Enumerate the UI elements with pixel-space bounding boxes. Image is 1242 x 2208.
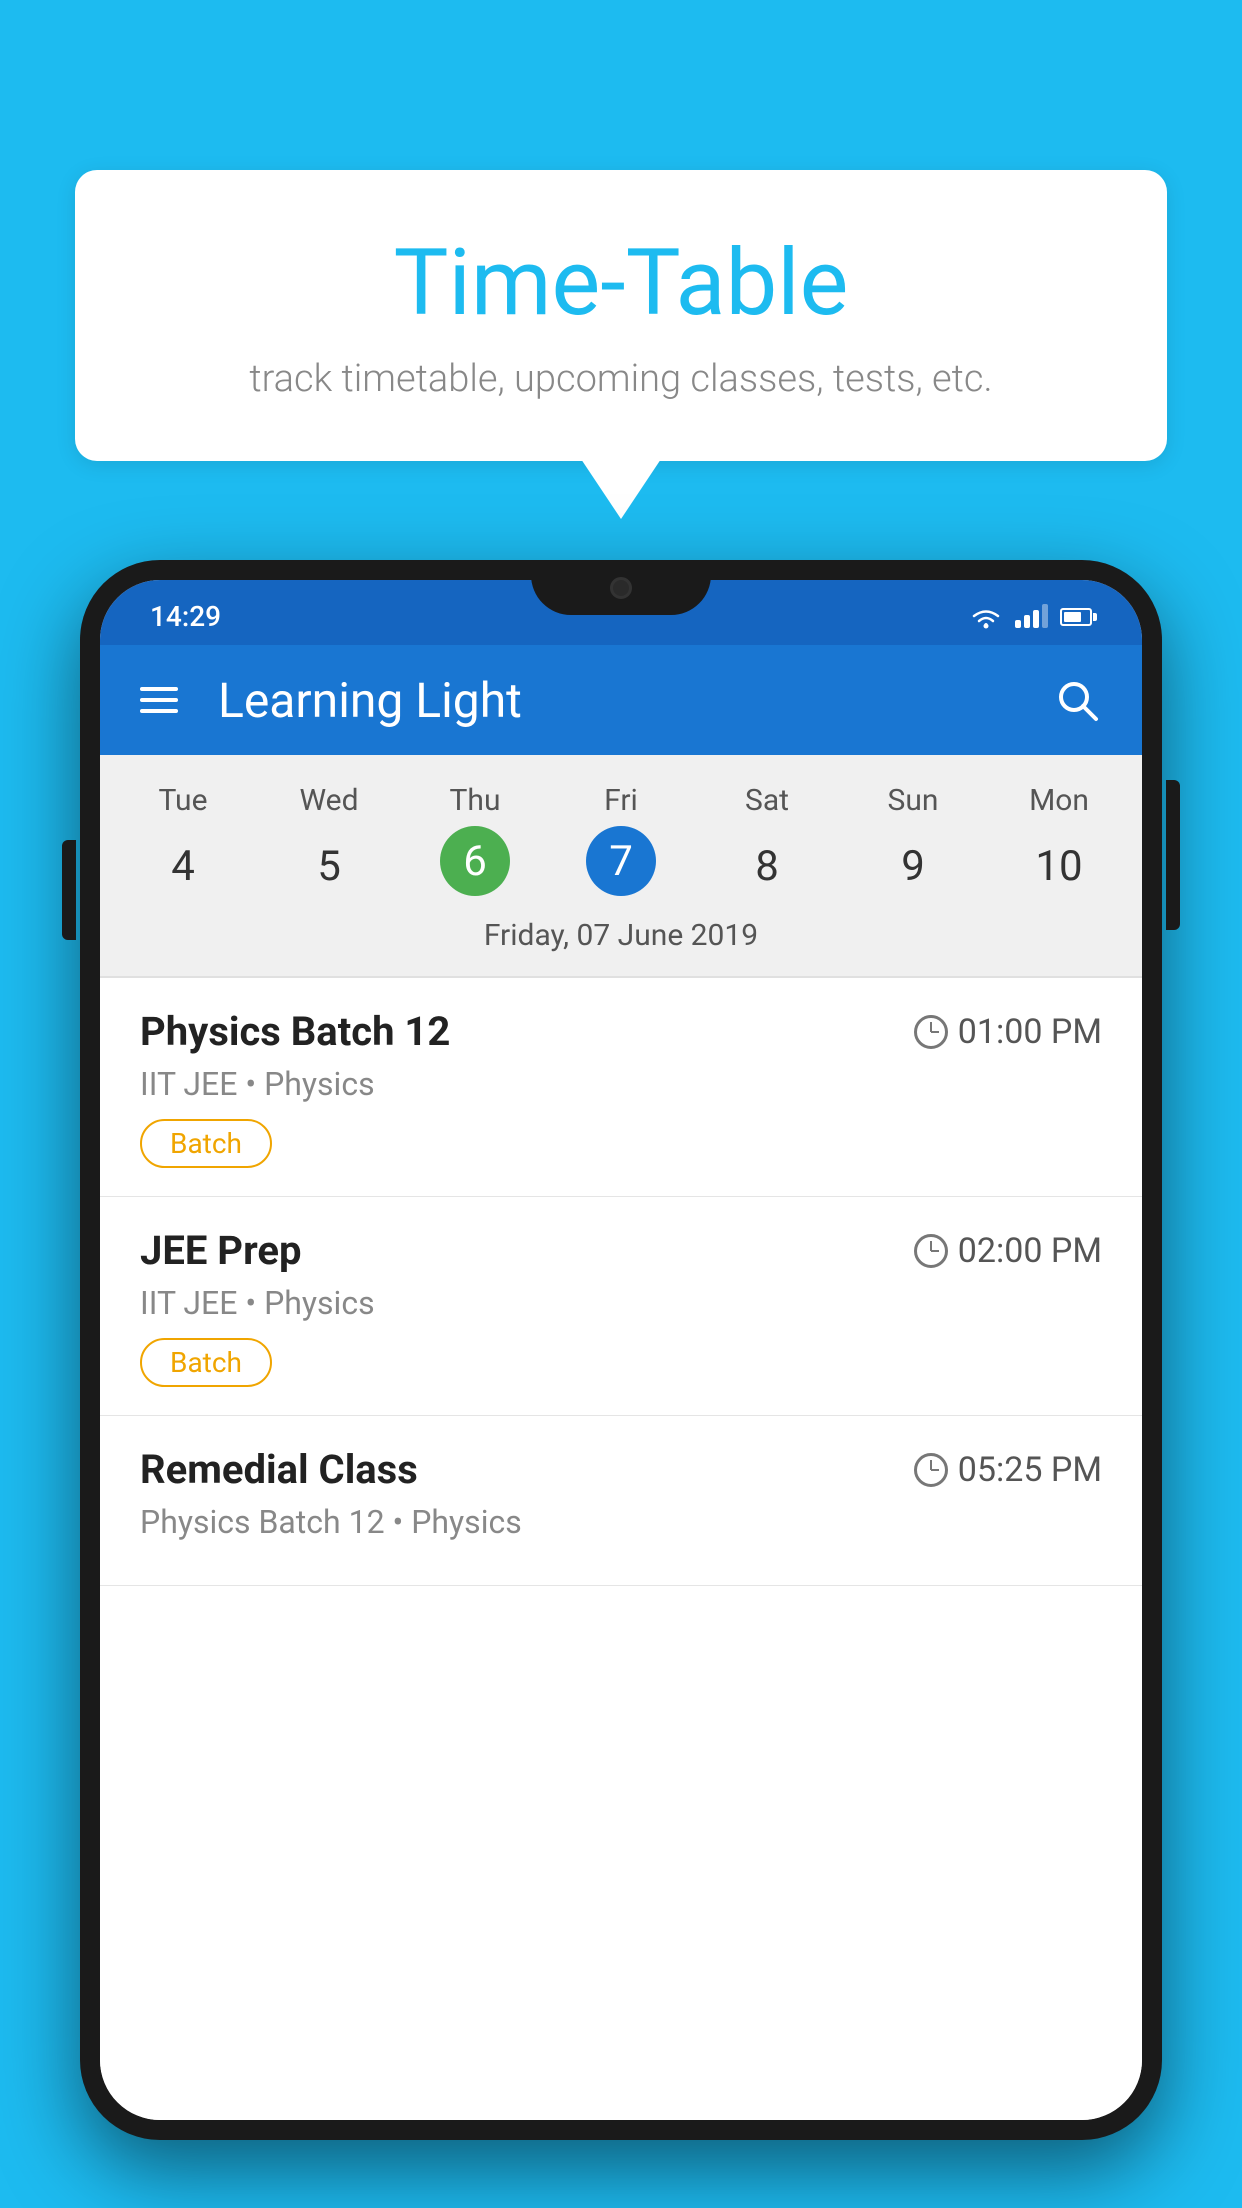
day-header-mon[interactable]: Mon bbox=[986, 775, 1132, 826]
schedule-time-3: 05:25 PM bbox=[914, 1450, 1102, 1490]
day-headers: Tue Wed Thu Fri Sat Sun Mon bbox=[100, 775, 1142, 826]
day-numbers: 4 5 6 7 8 9 10 bbox=[100, 826, 1142, 906]
day-header-thu[interactable]: Thu bbox=[402, 775, 548, 826]
schedule-item-3-header: Remedial Class 05:25 PM bbox=[140, 1446, 1102, 1493]
battery-fill bbox=[1064, 612, 1081, 622]
selected-date-label: Friday, 07 June 2019 bbox=[100, 906, 1142, 971]
schedule-title-2: JEE Prep bbox=[140, 1227, 301, 1274]
speech-bubble: Time-Table track timetable, upcoming cla… bbox=[75, 170, 1167, 461]
search-button[interactable] bbox=[1052, 675, 1102, 725]
phone-wrapper: 14:29 bbox=[80, 560, 1162, 2208]
schedule-item-1[interactable]: Physics Batch 12 01:00 PM IIT JEE • Phys… bbox=[100, 978, 1142, 1197]
clock-icon-1 bbox=[914, 1015, 948, 1049]
day-header-tue[interactable]: Tue bbox=[110, 775, 256, 826]
schedule-time-text-1: 01:00 PM bbox=[958, 1012, 1102, 1052]
clock-icon-2 bbox=[914, 1234, 948, 1268]
hamburger-line-3 bbox=[140, 709, 178, 713]
app-title: Learning Light bbox=[218, 672, 1052, 729]
hamburger-line-1 bbox=[140, 687, 178, 691]
clock-icon-3 bbox=[914, 1453, 948, 1487]
schedule-time-text-3: 05:25 PM bbox=[958, 1450, 1102, 1490]
schedule-time-text-2: 02:00 PM bbox=[958, 1231, 1102, 1271]
bubble-title: Time-Table bbox=[155, 230, 1087, 337]
schedule-subtitle-1: IIT JEE • Physics bbox=[140, 1065, 1102, 1103]
calendar-strip: Tue Wed Thu Fri Sat Sun Mon 4 5 6 7 8 9 … bbox=[100, 755, 1142, 976]
day-header-fri[interactable]: Fri bbox=[548, 775, 694, 826]
schedule-title-1: Physics Batch 12 bbox=[140, 1008, 450, 1055]
day-header-sun[interactable]: Sun bbox=[840, 775, 986, 826]
schedule-item-1-header: Physics Batch 12 01:00 PM bbox=[140, 1008, 1102, 1055]
status-time: 14:29 bbox=[150, 600, 221, 633]
date-10[interactable]: 10 bbox=[986, 826, 1132, 906]
date-8[interactable]: 8 bbox=[694, 826, 840, 906]
date-9[interactable]: 9 bbox=[840, 826, 986, 906]
speech-bubble-tail bbox=[581, 459, 661, 519]
batch-badge-1: Batch bbox=[140, 1119, 272, 1168]
schedule-subtitle-2: IIT JEE • Physics bbox=[140, 1284, 1102, 1322]
day-header-wed[interactable]: Wed bbox=[256, 775, 402, 826]
wifi-icon bbox=[969, 604, 1003, 630]
bubble-subtitle: track timetable, upcoming classes, tests… bbox=[155, 357, 1087, 401]
date-7-selected[interactable]: 7 bbox=[586, 826, 656, 896]
schedule-item-2-header: JEE Prep 02:00 PM bbox=[140, 1227, 1102, 1274]
date-6-today[interactable]: 6 bbox=[440, 826, 510, 896]
camera-dot bbox=[610, 577, 632, 599]
day-header-sat[interactable]: Sat bbox=[694, 775, 840, 826]
battery-icon bbox=[1060, 608, 1092, 626]
batch-badge-2: Batch bbox=[140, 1338, 272, 1387]
schedule-list: Physics Batch 12 01:00 PM IIT JEE • Phys… bbox=[100, 978, 1142, 2120]
app-bar: Learning Light bbox=[100, 645, 1142, 755]
hamburger-line-2 bbox=[140, 698, 178, 702]
schedule-time-2: 02:00 PM bbox=[914, 1231, 1102, 1271]
date-5[interactable]: 5 bbox=[256, 826, 402, 906]
status-bar-right bbox=[969, 604, 1092, 630]
phone-outer: 14:29 bbox=[80, 560, 1162, 2140]
schedule-time-1: 01:00 PM bbox=[914, 1012, 1102, 1052]
schedule-subtitle-3: Physics Batch 12 • Physics bbox=[140, 1503, 1102, 1541]
schedule-item-2[interactable]: JEE Prep 02:00 PM IIT JEE • Physics Batc… bbox=[100, 1197, 1142, 1416]
signal-icon bbox=[1015, 606, 1048, 628]
speech-bubble-wrapper: Time-Table track timetable, upcoming cla… bbox=[75, 170, 1167, 519]
date-4[interactable]: 4 bbox=[110, 826, 256, 906]
phone-inner: 14:29 bbox=[100, 580, 1142, 2120]
schedule-item-3[interactable]: Remedial Class 05:25 PM Physics Batch 12… bbox=[100, 1416, 1142, 1586]
phone-notch bbox=[531, 560, 711, 615]
schedule-title-3: Remedial Class bbox=[140, 1446, 418, 1493]
hamburger-icon[interactable] bbox=[140, 687, 178, 713]
